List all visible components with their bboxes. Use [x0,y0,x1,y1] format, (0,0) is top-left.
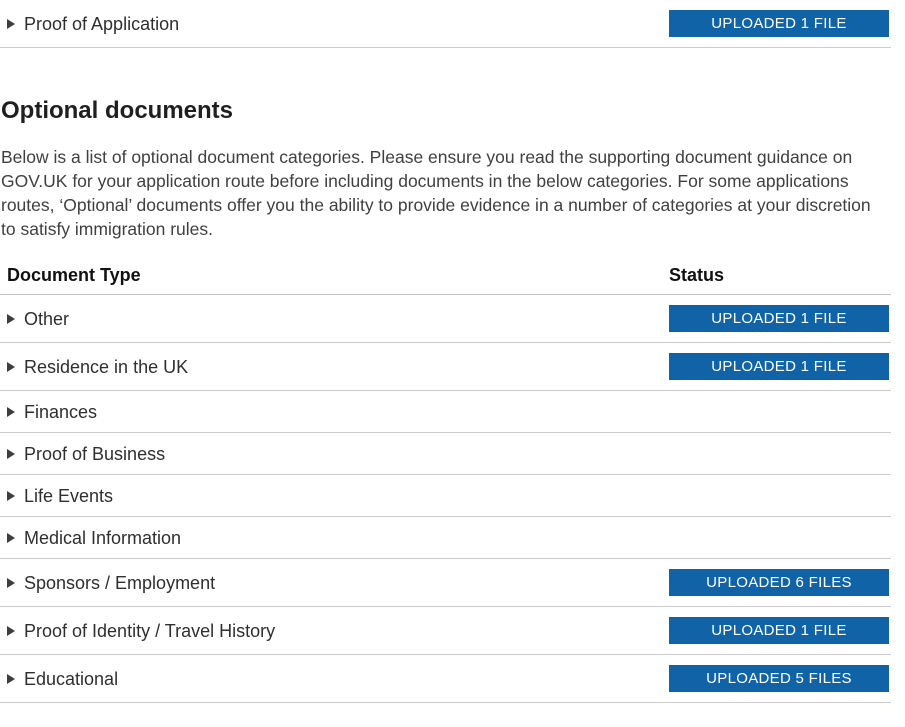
documents-page: Proof of Application UPLOADED 1 FILE Opt… [0,0,891,703]
table-header: Document Type Status [0,263,891,295]
upload-status-badge: UPLOADED 1 FILE [669,10,889,37]
document-row-label: Other [24,308,70,329]
expand-arrow-icon [7,491,15,501]
document-row-finances[interactable]: Finances [0,391,891,433]
document-row-label: Finances [24,402,98,422]
document-row-other[interactable]: Other UPLOADED 1 FILE [0,295,891,343]
document-row-label: Medical Information [24,528,182,548]
column-header-document-type: Document Type [7,265,141,285]
document-row-residence-in-the-uk[interactable]: Residence in the UK UPLOADED 1 FILE [0,343,891,391]
document-row-label: Residence in the UK [24,356,189,377]
document-row-label: Life Events [24,486,114,506]
intro-text: Below is a list of optional document cat… [1,147,871,239]
expand-arrow-icon [7,673,15,684]
upload-status-badge: UPLOADED 6 FILES [669,569,889,596]
document-row-label: Proof of Business [24,444,166,464]
document-row-proof-of-business[interactable]: Proof of Business [0,433,891,475]
document-row-sponsors-employment[interactable]: Sponsors / Employment UPLOADED 6 FILES [0,559,891,607]
upload-status-badge: UPLOADED 1 FILE [669,617,889,644]
upload-status-badge: UPLOADED 1 FILE [669,305,889,332]
expand-arrow-icon [7,449,15,459]
expand-arrow-icon [7,18,15,29]
document-row-proof-of-application[interactable]: Proof of Application UPLOADED 1 FILE [0,0,891,48]
expand-arrow-icon [7,407,15,417]
page-heading: Optional documents [1,97,234,124]
upload-status-badge: UPLOADED 5 FILES [669,665,889,692]
expand-arrow-icon [7,577,15,588]
document-row-educational[interactable]: Educational UPLOADED 5 FILES [0,655,891,703]
document-row-label: Proof of Identity / Travel History [24,620,276,641]
column-header-status: Status [669,265,725,285]
document-row-medical-information[interactable]: Medical Information [0,517,891,559]
document-row-label: Proof of Application [24,13,180,34]
document-row-proof-of-identity-travel-history[interactable]: Proof of Identity / Travel History UPLOA… [0,607,891,655]
document-row-label: Sponsors / Employment [24,572,216,593]
expand-arrow-icon [7,533,15,543]
upload-status-badge: UPLOADED 1 FILE [669,353,889,380]
expand-arrow-icon [7,625,15,636]
document-row-label: Educational [24,668,119,689]
document-row-life-events[interactable]: Life Events [0,475,891,517]
expand-arrow-icon [7,361,15,372]
expand-arrow-icon [7,313,15,324]
